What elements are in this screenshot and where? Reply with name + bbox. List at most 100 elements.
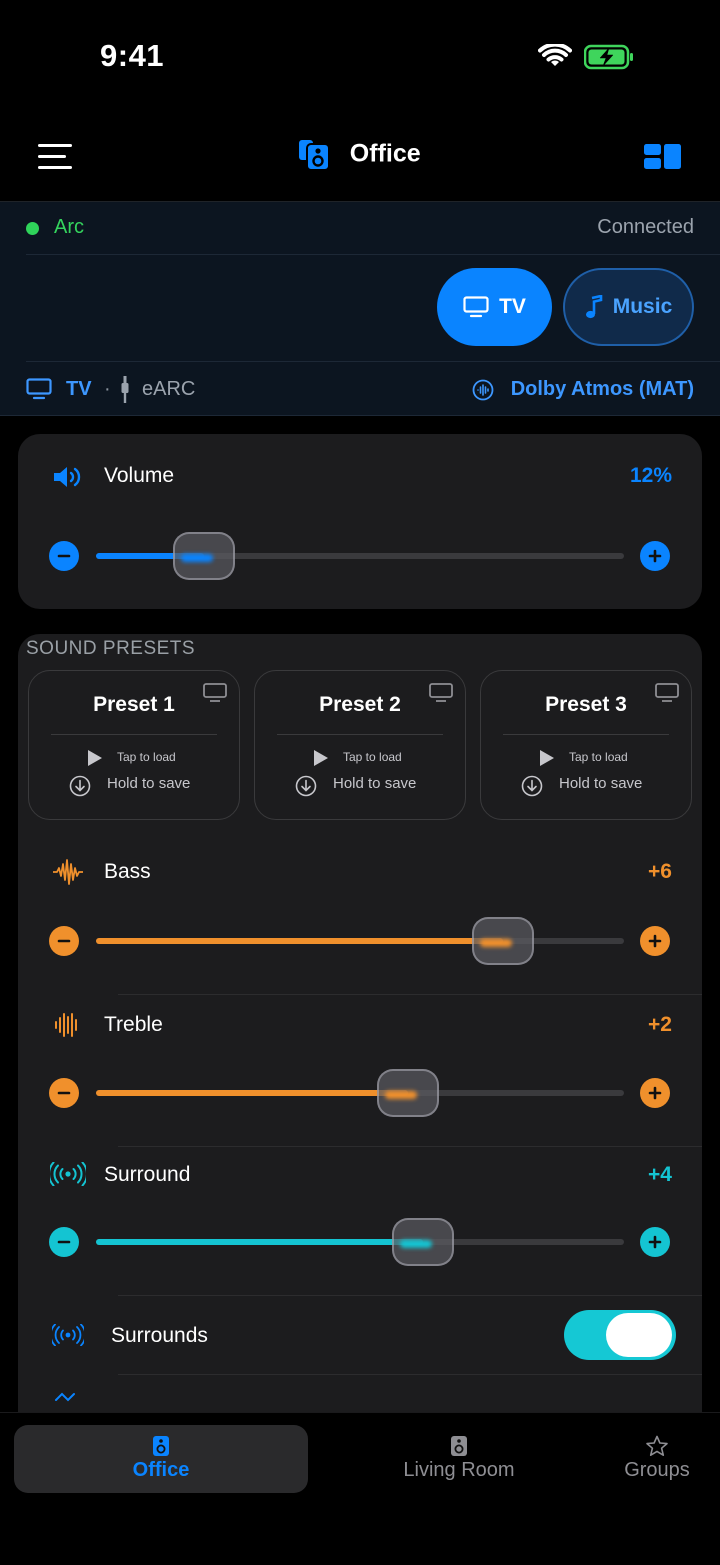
tab-office-label: Office xyxy=(132,1459,190,1481)
device-panel: Arc Connected TV Music TV · eARC Dolby A… xyxy=(0,202,720,416)
preset-2-card[interactable]: Preset 2 Tap to load Hold to save xyxy=(254,670,466,820)
audio-format: Dolby Atmos (MAT) xyxy=(510,378,694,400)
divider xyxy=(118,1295,702,1296)
bass-slider-fill xyxy=(96,938,503,944)
toggle-knob xyxy=(606,1313,672,1357)
bass-value: +6 xyxy=(648,860,672,883)
tab-groups[interactable]: Groups xyxy=(610,1425,704,1493)
connection-row: TV · eARC Dolby Atmos (MAT) xyxy=(0,362,720,416)
preset-hold-hint: Hold to save xyxy=(559,775,643,792)
preset-3-card[interactable]: Preset 3 Tap to load Hold to save xyxy=(480,670,692,820)
tab-living-room-label: Living Room xyxy=(403,1459,515,1481)
volume-value: 12% xyxy=(629,464,672,487)
divider xyxy=(51,734,217,735)
page-title: Office xyxy=(349,139,421,168)
download-circle-icon xyxy=(69,775,91,797)
treble-decrease-button[interactable] xyxy=(49,1078,79,1108)
status-bar: 9:41 xyxy=(0,0,720,110)
tab-bar: Office Living Room Groups xyxy=(0,1412,720,1565)
minus-icon xyxy=(57,1240,71,1244)
speaker-icon xyxy=(451,1436,467,1456)
treble-label: Treble xyxy=(104,1013,163,1036)
treble-slider-thumb[interactable] xyxy=(376,1069,439,1117)
bass-slider-track[interactable] xyxy=(96,938,624,944)
connected-dot-icon xyxy=(26,222,39,235)
next-row-icon xyxy=(55,1392,75,1402)
surround-waves-icon xyxy=(50,1162,86,1186)
divider xyxy=(118,1374,702,1375)
preset-tap-hint: Tap to load xyxy=(343,750,402,764)
wifi-icon xyxy=(538,44,572,66)
divider xyxy=(503,734,669,735)
source-tv-label: TV xyxy=(499,295,526,318)
tab-living-room[interactable]: Living Room xyxy=(380,1425,538,1493)
thumb-glow xyxy=(400,1240,433,1248)
waveform-icon xyxy=(53,859,83,885)
minus-icon xyxy=(57,1091,71,1095)
rooms-layout-icon[interactable] xyxy=(644,142,682,172)
star-icon xyxy=(646,1435,668,1456)
device-name: Arc xyxy=(54,216,84,238)
treble-slider-fill xyxy=(96,1090,408,1096)
play-icon xyxy=(88,750,102,766)
tv-icon xyxy=(203,683,227,702)
tv-icon xyxy=(429,683,453,702)
speaker-volume-icon xyxy=(54,467,81,487)
tv-icon xyxy=(655,683,679,702)
download-circle-icon xyxy=(295,775,317,797)
device-status-row: Arc Connected xyxy=(0,202,720,254)
tab-groups-label: Groups xyxy=(624,1459,690,1481)
plus-icon xyxy=(648,1235,662,1249)
treble-increase-button[interactable] xyxy=(640,1078,670,1108)
surround-slider-thumb[interactable] xyxy=(392,1218,455,1266)
section-title: SOUND PRESETS xyxy=(26,638,196,659)
bass-decrease-button[interactable] xyxy=(49,926,79,956)
download-circle-icon xyxy=(521,775,543,797)
bass-slider-thumb[interactable] xyxy=(471,917,534,965)
bass-increase-button[interactable] xyxy=(640,926,670,956)
preset-1-card[interactable]: Preset 1 Tap to load Hold to save xyxy=(28,670,240,820)
device-status: Connected xyxy=(597,216,694,238)
treble-value: +2 xyxy=(648,1013,672,1036)
connection-port: eARC xyxy=(142,378,196,400)
surround-slider-track[interactable] xyxy=(96,1239,624,1245)
preset-tap-hint: Tap to load xyxy=(117,750,176,764)
connection-separator: · xyxy=(104,378,111,400)
play-icon xyxy=(540,750,554,766)
tab-office[interactable]: Office xyxy=(14,1425,308,1493)
treble-slider-track[interactable] xyxy=(96,1090,624,1096)
speaker-room-icon xyxy=(299,140,331,170)
divider xyxy=(277,734,443,735)
tv-input-icon xyxy=(26,378,52,400)
minus-icon xyxy=(57,939,71,943)
preset-hold-hint: Hold to save xyxy=(333,775,417,792)
surrounds-toggle-label: Surrounds xyxy=(111,1324,208,1347)
volume-decrease-button[interactable] xyxy=(49,541,79,571)
source-tv-button[interactable]: TV xyxy=(437,268,552,346)
surrounds-toggle[interactable] xyxy=(564,1310,676,1360)
tv-icon xyxy=(463,296,489,318)
surround-slider-fill xyxy=(96,1239,424,1245)
plus-icon xyxy=(648,934,662,948)
audio-waveform-circle-icon xyxy=(472,379,494,401)
divider xyxy=(118,1146,702,1147)
plus-icon xyxy=(648,1086,662,1100)
volume-slider-thumb[interactable] xyxy=(172,532,235,580)
thumb-glow xyxy=(384,1091,417,1099)
thumb-glow xyxy=(180,554,213,562)
connection-input: TV xyxy=(66,378,92,400)
surround-increase-button[interactable] xyxy=(640,1227,670,1257)
preset-tap-hint: Tap to load xyxy=(569,750,628,764)
preset-hold-hint: Hold to save xyxy=(107,775,191,792)
volume-increase-button[interactable] xyxy=(640,541,670,571)
play-icon xyxy=(314,750,328,766)
thumb-glow xyxy=(479,939,512,947)
minus-icon xyxy=(57,554,71,558)
surround-decrease-button[interactable] xyxy=(49,1227,79,1257)
source-music-button[interactable]: Music xyxy=(563,268,694,346)
divider xyxy=(26,254,720,255)
bass-label: Bass xyxy=(104,860,151,883)
treble-bars-icon xyxy=(55,1013,77,1037)
surround-speakers-icon xyxy=(52,1324,84,1346)
surround-label: Surround xyxy=(104,1163,191,1186)
